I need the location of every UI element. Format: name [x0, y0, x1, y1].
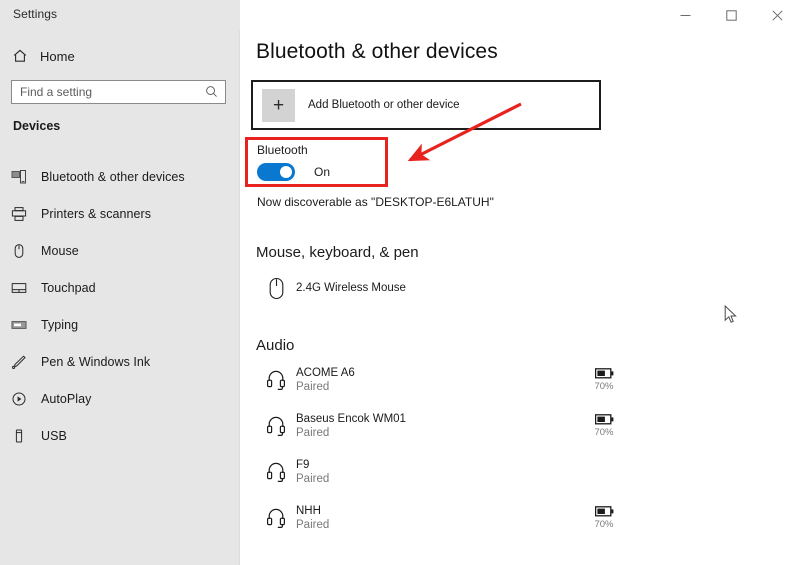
sidebar-item-label: Printers & scanners — [41, 207, 151, 221]
main-content: Bluetooth & other devices + Add Bluetoot… — [241, 0, 800, 565]
device-text: F9 Paired — [296, 458, 329, 486]
device-name: F9 — [296, 458, 329, 472]
maximize-button[interactable] — [708, 0, 754, 30]
headset-icon — [256, 461, 296, 483]
sidebar-item-label: USB — [41, 429, 67, 443]
plus-icon: + — [262, 89, 295, 122]
home-icon — [0, 48, 40, 64]
device-status: Paired — [296, 380, 355, 394]
device-row-f9[interactable]: F9 Paired — [256, 452, 800, 492]
headset-icon — [256, 507, 296, 529]
autoplay-icon — [11, 391, 41, 407]
group-title-audio: Audio — [256, 337, 294, 354]
sidebar-item-label: Mouse — [41, 244, 79, 258]
sidebar-item-label: AutoPlay — [41, 392, 91, 406]
device-status: Paired — [296, 518, 329, 532]
sidebar-item-usb[interactable]: USB — [0, 417, 240, 454]
device-text: 2.4G Wireless Mouse — [296, 281, 406, 295]
usb-icon — [11, 428, 41, 444]
bluetooth-toggle-highlight — [245, 137, 388, 187]
battery-percent: 70% — [594, 427, 613, 438]
sidebar-item-label: Bluetooth & other devices — [41, 170, 185, 184]
sidebar-item-autoplay[interactable]: AutoPlay — [0, 380, 240, 417]
sidebar-item-mouse[interactable]: Mouse — [0, 232, 240, 269]
page-title: Bluetooth & other devices — [256, 40, 498, 64]
headset-icon — [256, 415, 296, 437]
window-controls — [662, 0, 800, 30]
sidebar-section-title: Devices — [13, 119, 60, 133]
close-button[interactable] — [754, 0, 800, 30]
mouse-device-icon — [256, 277, 296, 300]
app-title: Settings — [13, 7, 57, 21]
mouse-icon — [11, 243, 41, 259]
sidebar-item-bluetooth-other-devices[interactable]: Bluetooth & other devices — [0, 158, 240, 195]
sidebar: Home Devices Blue — [0, 0, 240, 565]
keyboard-icon — [11, 317, 41, 333]
battery-indicator: 70% — [581, 506, 627, 530]
device-text: Baseus Encok WM01 Paired — [296, 412, 406, 440]
add-device-label: Add Bluetooth or other device — [308, 99, 460, 111]
search-box[interactable] — [11, 80, 226, 104]
sidebar-nav-list: Bluetooth & other devices Printers & sca… — [0, 158, 240, 454]
sidebar-item-home-label: Home — [40, 49, 75, 64]
discoverable-text: Now discoverable as "DESKTOP-E6LATUH" — [257, 195, 494, 209]
device-row-wireless-mouse[interactable]: 2.4G Wireless Mouse — [256, 268, 800, 308]
sidebar-item-label: Typing — [41, 318, 78, 332]
device-status: Paired — [296, 426, 406, 440]
sidebar-item-touchpad[interactable]: Touchpad — [0, 269, 240, 306]
minimize-button[interactable] — [662, 0, 708, 30]
device-row-acome-a6[interactable]: ACOME A6 Paired 70% — [256, 360, 800, 400]
sidebar-item-label: Touchpad — [41, 281, 96, 295]
device-row-nhh[interactable]: NHH Paired 70% — [256, 498, 800, 538]
device-text: NHH Paired — [296, 504, 329, 532]
add-bluetooth-device-button[interactable]: + Add Bluetooth or other device — [251, 80, 601, 130]
device-name: 2.4G Wireless Mouse — [296, 281, 406, 295]
sidebar-item-pen-windows-ink[interactable]: Pen & Windows Ink — [0, 343, 240, 380]
touchpad-icon — [11, 280, 41, 296]
battery-percent: 70% — [594, 381, 613, 392]
title-bar: Settings — [0, 0, 800, 30]
battery-indicator: 70% — [581, 414, 627, 438]
bluetooth-devices-icon — [11, 169, 41, 185]
group-title-mouse-keyboard-pen: Mouse, keyboard, & pen — [256, 244, 419, 261]
sidebar-item-printers-scanners[interactable]: Printers & scanners — [0, 195, 240, 232]
device-text: ACOME A6 Paired — [296, 366, 355, 394]
search-icon[interactable] — [204, 84, 219, 104]
mouse-cursor — [724, 305, 738, 325]
device-row-baseus-encok-wm01[interactable]: Baseus Encok WM01 Paired 70% — [256, 406, 800, 446]
printer-icon — [11, 206, 41, 222]
sidebar-item-typing[interactable]: Typing — [0, 306, 240, 343]
device-status: Paired — [296, 472, 329, 486]
pen-icon — [11, 354, 41, 370]
device-name: ACOME A6 — [296, 366, 355, 380]
headset-icon — [256, 369, 296, 391]
search-input[interactable] — [12, 82, 192, 102]
device-name: Baseus Encok WM01 — [296, 412, 406, 426]
device-name: NHH — [296, 504, 329, 518]
battery-percent: 70% — [594, 519, 613, 530]
settings-window: Home Devices Blue — [0, 0, 800, 565]
sidebar-item-label: Pen & Windows Ink — [41, 355, 150, 369]
sidebar-item-home[interactable]: Home — [0, 44, 240, 68]
battery-indicator: 70% — [581, 368, 627, 392]
